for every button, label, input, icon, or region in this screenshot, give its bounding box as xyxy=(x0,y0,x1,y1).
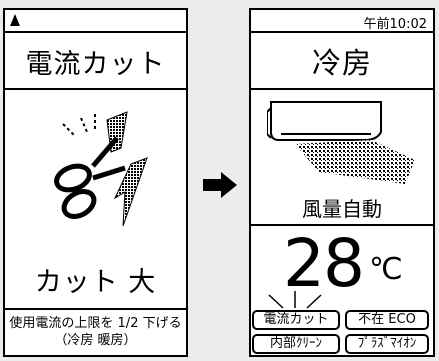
indicator-rays-icon xyxy=(268,291,322,309)
clock: 午前10:02 xyxy=(363,17,427,32)
status-screen: 午前10:02 冷房 風量自動 28 ℃ 電流カット 不在 ECO 内部ｸﾘｰﾝ… xyxy=(249,8,435,357)
footer-divider xyxy=(5,308,186,310)
cut-description: 使用電流の上限を 1/2 下げる xyxy=(9,316,182,331)
triangle-marker-icon xyxy=(10,14,20,26)
current-cut-indicator: 電流カット xyxy=(252,310,340,330)
title-divider xyxy=(5,88,186,90)
right-arrow-icon xyxy=(203,172,237,198)
eco-indicator: 不在 ECO xyxy=(345,310,429,330)
internal-clean-indicator: 内部ｸﾘｰﾝ xyxy=(252,334,340,354)
fan-speed: 風量自動 xyxy=(302,197,382,221)
header-divider xyxy=(251,31,433,33)
cut-modes: （冷房 暖房） xyxy=(54,333,137,348)
screen-title: 電流カット xyxy=(25,49,166,80)
mode-text: 冷房 xyxy=(311,46,372,80)
header-divider xyxy=(5,31,186,33)
cut-level-text: カット 大 xyxy=(34,267,157,298)
plasma-ion-indicator: ﾌﾟﾗｽﾞﾏｲｵﾝ xyxy=(345,334,429,354)
air-conditioner-icon xyxy=(267,101,415,184)
scissors-icon xyxy=(54,111,148,227)
mode-divider xyxy=(251,88,433,90)
current-cut-screen: 電流カット カット 大 使用電流の上限を 1/2 下げる （冷房 暖房） xyxy=(3,8,188,357)
temperature-unit: ℃ xyxy=(369,252,403,287)
